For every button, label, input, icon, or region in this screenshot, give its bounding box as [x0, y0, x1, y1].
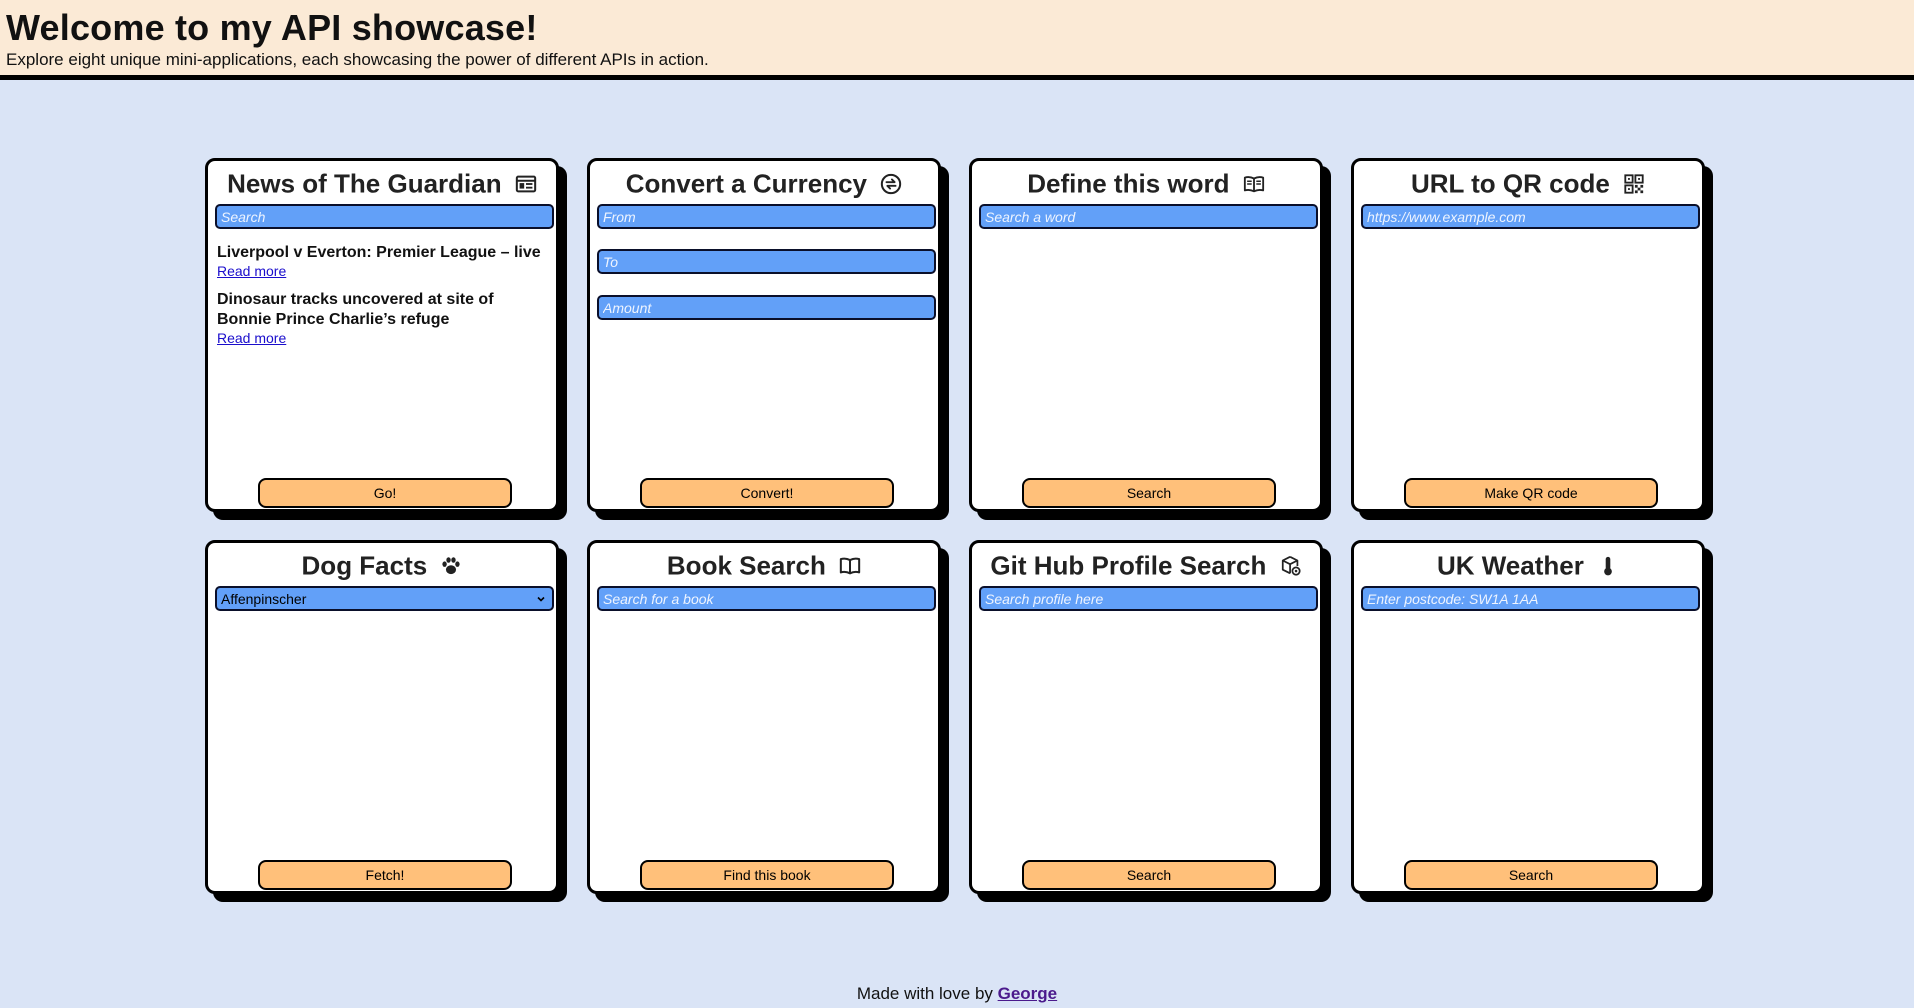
github-card: Git Hub Profile Search Search: [969, 540, 1323, 894]
define-card-title: Define this word: [1027, 168, 1230, 199]
book-search-input[interactable]: [597, 586, 936, 611]
currency-card: Convert a Currency Convert!: [587, 158, 941, 512]
news-search-input[interactable]: [215, 204, 554, 229]
weather-search-button[interactable]: Search: [1404, 860, 1658, 890]
github-search-button[interactable]: Search: [1022, 860, 1276, 890]
read-more-link[interactable]: Read more: [217, 330, 286, 346]
author-link[interactable]: George: [998, 984, 1058, 1003]
read-more-link[interactable]: Read more: [217, 263, 286, 279]
qr-card: URL to QR code Make QR code: [1351, 158, 1705, 512]
find-book-button[interactable]: Find this book: [640, 860, 894, 890]
breed-select-value: Affenpinscher: [221, 590, 307, 607]
card-heading: Dog Facts: [208, 549, 556, 582]
qr-card-title: URL to QR code: [1410, 168, 1610, 199]
word-search-input[interactable]: [979, 204, 1318, 229]
card-heading: Git Hub Profile Search: [972, 549, 1320, 582]
dog-card-title: Dog Facts: [301, 550, 428, 581]
convert-button[interactable]: Convert!: [640, 478, 894, 508]
book-card: Book Search Find this book: [587, 540, 941, 894]
open-book-icon: [1243, 176, 1264, 193]
page-footer: Made with love by George: [0, 984, 1914, 1004]
news-article: Liverpool v Everton: Premier League – li…: [217, 243, 547, 281]
define-search-button[interactable]: Search: [1022, 478, 1276, 508]
news-headline: Dinosaur tracks uncovered at site of Bon…: [217, 291, 494, 328]
currency-card-title: Convert a Currency: [625, 168, 868, 199]
chevron-down-icon: [537, 596, 545, 602]
footer-text: Made with love by: [856, 984, 998, 1003]
card-heading: Convert a Currency: [590, 167, 938, 200]
cube-search-icon: [1281, 556, 1301, 576]
postcode-input[interactable]: [1361, 586, 1700, 611]
book-icon: [839, 557, 861, 575]
newspaper-icon: [515, 175, 537, 193]
thermometer-icon: [1604, 556, 1612, 576]
page-subtitle: Explore eight unique mini-applications, …: [6, 50, 709, 69]
news-headline: Liverpool v Everton: Premier League – li…: [217, 244, 541, 261]
news-go-button[interactable]: Go!: [258, 478, 512, 508]
page-title: Welcome to my API showcase!: [6, 7, 538, 48]
fetch-button[interactable]: Fetch!: [258, 860, 512, 890]
news-card: News of The Guardian Liverpool v Everton…: [205, 158, 559, 512]
card-heading: UK Weather: [1354, 549, 1702, 582]
card-heading: News of The Guardian: [208, 167, 556, 200]
news-article: Dinosaur tracks uncovered at site of Bon…: [217, 290, 547, 348]
dog-card: Dog Facts Affenpinscher Fetch!: [205, 540, 559, 894]
breed-select[interactable]: Affenpinscher: [215, 586, 554, 611]
news-card-title: News of The Guardian: [227, 168, 502, 199]
define-card: Define this word Search: [969, 158, 1323, 512]
page-header: Welcome to my API showcase! Explore eigh…: [0, 0, 1914, 80]
paw-icon: [442, 557, 461, 575]
currency-from-input[interactable]: [597, 204, 936, 229]
book-card-title: Book Search: [666, 550, 826, 581]
github-profile-input[interactable]: [979, 586, 1318, 611]
card-heading: Define this word: [972, 167, 1320, 200]
card-heading: URL to QR code: [1354, 167, 1702, 200]
weather-card-title: UK Weather: [1436, 550, 1584, 581]
card-heading: Book Search: [590, 549, 938, 582]
currency-to-input[interactable]: [597, 249, 936, 274]
exchange-icon: [881, 173, 902, 195]
url-input[interactable]: [1361, 204, 1700, 229]
qr-code-icon: [1624, 174, 1644, 194]
weather-card: UK Weather Search: [1351, 540, 1705, 894]
currency-amount-input[interactable]: [597, 295, 936, 320]
make-qr-button[interactable]: Make QR code: [1404, 478, 1658, 508]
github-card-title: Git Hub Profile Search: [990, 550, 1267, 581]
